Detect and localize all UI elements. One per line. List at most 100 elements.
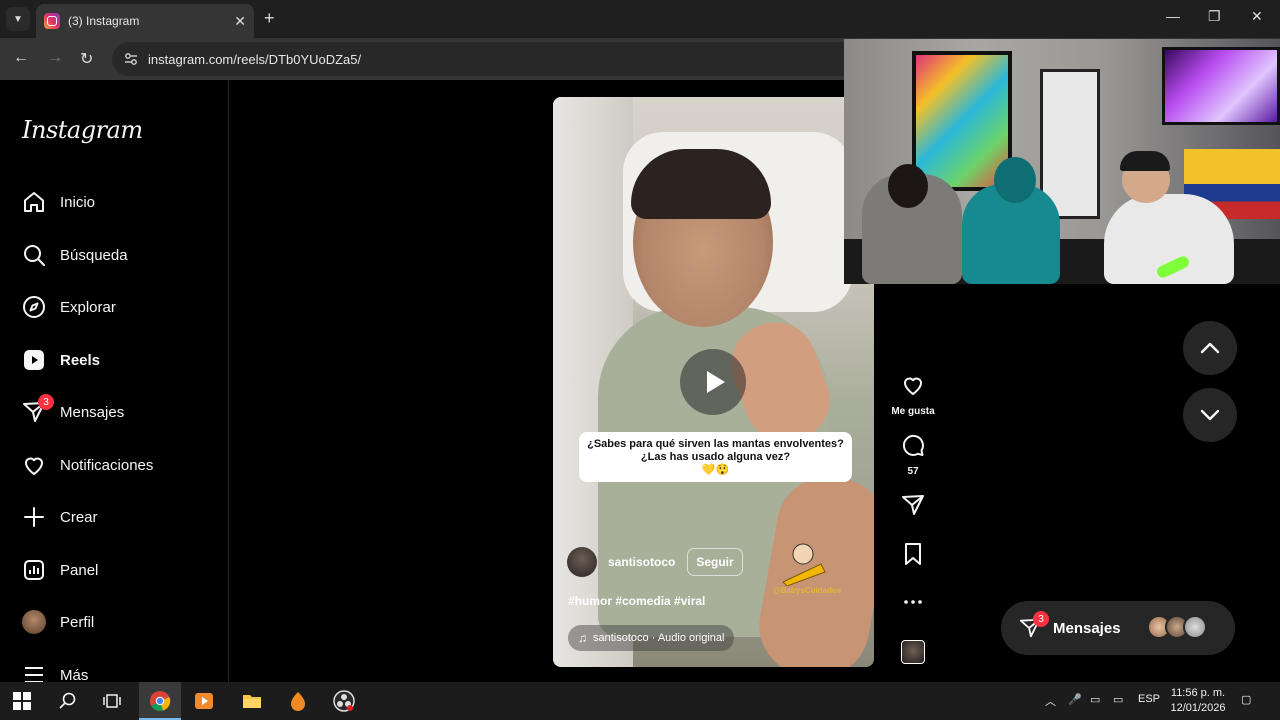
- comment-button[interactable]: 57: [890, 433, 936, 477]
- instagram-sidebar: Instagram Inicio Búsqueda Explorar Reels…: [0, 80, 229, 684]
- search-icon: [24, 245, 45, 266]
- bookmark-icon: [905, 543, 921, 565]
- next-reel-button[interactable]: [1183, 388, 1237, 442]
- messages-badge: 3: [1033, 611, 1049, 627]
- sidebar-item-crear[interactable]: Crear: [22, 501, 222, 533]
- obs-icon[interactable]: [332, 689, 356, 713]
- avatar: [22, 610, 46, 634]
- caption-emoji: 💛😲: [701, 463, 730, 476]
- chevron-down-icon: [1200, 409, 1220, 421]
- clock-date: 12/01/2026: [1170, 702, 1226, 714]
- comment-icon: [902, 434, 924, 456]
- sidebar-item-inicio[interactable]: Inicio: [22, 186, 222, 218]
- message-avatars: [1147, 615, 1207, 639]
- minimize-button[interactable]: —: [1166, 8, 1180, 24]
- messenger-icon: 3: [1019, 611, 1049, 639]
- comments-count: 57: [907, 466, 919, 477]
- sidebar-item-label: Reels: [60, 351, 101, 369]
- sidebar-item-label: Panel: [60, 561, 99, 579]
- share-button[interactable]: [890, 493, 936, 522]
- chrome-icon[interactable]: [148, 689, 172, 713]
- browser-tab[interactable]: (3) Instagram ✕: [36, 4, 254, 38]
- language-indicator[interactable]: ESP: [1138, 693, 1160, 705]
- reload-button[interactable]: ↻: [80, 49, 93, 69]
- tab-title: (3) Instagram: [68, 14, 140, 28]
- sidebar-item-label: Crear: [60, 508, 98, 526]
- messenger-icon: 3: [22, 394, 54, 424]
- notification-badge: 3: [38, 394, 54, 410]
- like-label: Me gusta: [891, 406, 935, 417]
- sidebar-item-label: Mensajes: [60, 403, 125, 421]
- forward-button[interactable]: →: [47, 49, 63, 67]
- media-player-icon[interactable]: [192, 689, 216, 713]
- reels-icon: [24, 350, 44, 370]
- sidebar-item-perfil[interactable]: Perfil: [22, 606, 222, 638]
- sidebar-item-mensajes[interactable]: 3 Mensajes: [22, 394, 222, 428]
- play-button[interactable]: [680, 349, 746, 415]
- instagram-favicon-icon: [44, 13, 60, 29]
- close-window-button[interactable]: ✕: [1251, 8, 1263, 25]
- heart-icon: [25, 457, 43, 475]
- sidebar-item-explorar[interactable]: Explorar: [22, 291, 222, 323]
- audio-thumbnail[interactable]: [901, 640, 925, 664]
- site-settings-icon[interactable]: [124, 52, 138, 66]
- author-row: santisotoco Seguir: [567, 547, 743, 577]
- video-baby-hair: [631, 149, 771, 219]
- sidebar-item-panel[interactable]: Panel: [22, 554, 222, 586]
- rocket-icon: [782, 543, 826, 587]
- fl-studio-icon[interactable]: [286, 689, 310, 713]
- author-name[interactable]: santisotoco: [608, 555, 675, 569]
- taskbar-clock[interactable]: 11:56 p. m. 12/01/2026: [1168, 686, 1228, 716]
- caption-line-1: ¿Sabes para qué sirven las mantas envolv…: [587, 437, 844, 450]
- hashtags[interactable]: #humor #comedia #viral: [568, 594, 705, 608]
- tab-close-icon[interactable]: ✕: [234, 13, 246, 30]
- notifications-icon[interactable]: ▢: [1241, 693, 1251, 706]
- taskbar-search-icon[interactable]: [56, 689, 80, 713]
- rocket-sticker: @BabysCuidados: [773, 542, 843, 602]
- browser-tab-bar: ▼ (3) Instagram ✕ + — ❐ ✕: [0, 0, 1280, 38]
- sidebar-item-label: Explorar: [60, 298, 116, 316]
- tab-search-button[interactable]: ▼: [6, 7, 30, 31]
- compass-icon: [23, 296, 45, 318]
- restore-button[interactable]: ❐: [1208, 8, 1221, 25]
- windows-start-icon[interactable]: [10, 689, 34, 713]
- battery-icon[interactable]: ▭: [1090, 693, 1100, 706]
- back-button[interactable]: ←: [13, 49, 29, 67]
- share-icon: [902, 495, 924, 515]
- video-caption-overlay: ¿Sabes para qué sirven las mantas envolv…: [579, 432, 852, 482]
- instagram-logo[interactable]: Instagram: [22, 116, 143, 144]
- follow-button[interactable]: Seguir: [687, 548, 743, 576]
- cam-person-3-cap: [1120, 151, 1170, 171]
- messages-label: Mensajes: [1053, 619, 1121, 637]
- sidebar-item-busqueda[interactable]: Búsqueda: [22, 239, 222, 271]
- home-icon: [24, 192, 44, 212]
- tray-overflow-icon[interactable]: ︿: [1045, 693, 1056, 709]
- heart-icon: [904, 377, 922, 395]
- network-icon[interactable]: ▭: [1113, 693, 1123, 706]
- author-avatar[interactable]: [567, 547, 597, 577]
- avatar: [1183, 615, 1207, 639]
- windows-taskbar: ︿ 🎤 ▭ ▭ ESP 11:56 p. m. 12/01/2026 ▢: [0, 682, 1280, 720]
- microphone-icon[interactable]: 🎤: [1068, 693, 1082, 706]
- sidebar-item-reels[interactable]: Reels: [22, 344, 222, 376]
- save-button[interactable]: [890, 542, 936, 571]
- more-icon: [904, 600, 922, 604]
- like-button[interactable]: Me gusta: [890, 373, 936, 417]
- sidebar-item-label: Más: [60, 666, 89, 684]
- previous-reel-button[interactable]: [1183, 321, 1237, 375]
- sidebar-item-label: Notificaciones: [60, 456, 154, 474]
- audio-pill[interactable]: ♫ santisotoco · Audio original: [568, 625, 735, 651]
- sidebar-item-notificaciones[interactable]: Notificaciones: [22, 449, 222, 481]
- file-explorer-icon[interactable]: [240, 689, 264, 713]
- more-options-button[interactable]: [890, 590, 936, 619]
- sidebar-item-label: Búsqueda: [60, 246, 128, 264]
- reel-video[interactable]: ¿Sabes para qué sirven las mantas envolv…: [553, 97, 874, 667]
- task-view-icon[interactable]: [100, 689, 124, 713]
- music-note-icon: ♫: [578, 631, 587, 645]
- plus-icon: [24, 507, 44, 527]
- new-tab-button[interactable]: +: [264, 8, 275, 29]
- url-text: instagram.com/reels/DTb0YUoDZa5/: [148, 51, 362, 67]
- messages-pill[interactable]: 3 Mensajes: [1001, 601, 1235, 655]
- clock-time: 11:56 p. m.: [1170, 687, 1226, 699]
- chevron-up-icon: [1200, 342, 1220, 354]
